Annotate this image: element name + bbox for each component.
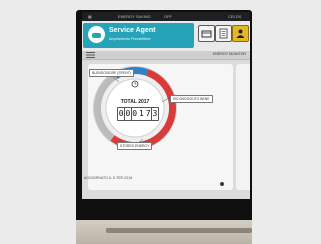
power-indicator	[220, 182, 224, 186]
total-label: TOTAL 2017	[120, 99, 150, 105]
counter-digit: 0	[124, 108, 131, 120]
counter-digit: 3	[151, 108, 158, 120]
counter-digit: 0	[131, 108, 138, 120]
machine-base	[76, 220, 252, 244]
counter-digit: 7	[145, 108, 152, 120]
energy-gauge	[93, 66, 177, 150]
callout-segment-1: BLENDOSIDRE (SPENT)	[89, 69, 134, 77]
callout-segment-2: RICONOSCIUTO BENE	[170, 95, 213, 103]
counter-digit: 1	[138, 108, 145, 120]
counter-digit: 0	[118, 108, 125, 120]
last-updated-text: AGGIORNATO IL 5-TER 2018	[83, 176, 133, 180]
odometer-counter: 0 0 0 1 7 3	[117, 107, 159, 121]
callout-segment-3: STORED ENERGY	[117, 142, 153, 150]
